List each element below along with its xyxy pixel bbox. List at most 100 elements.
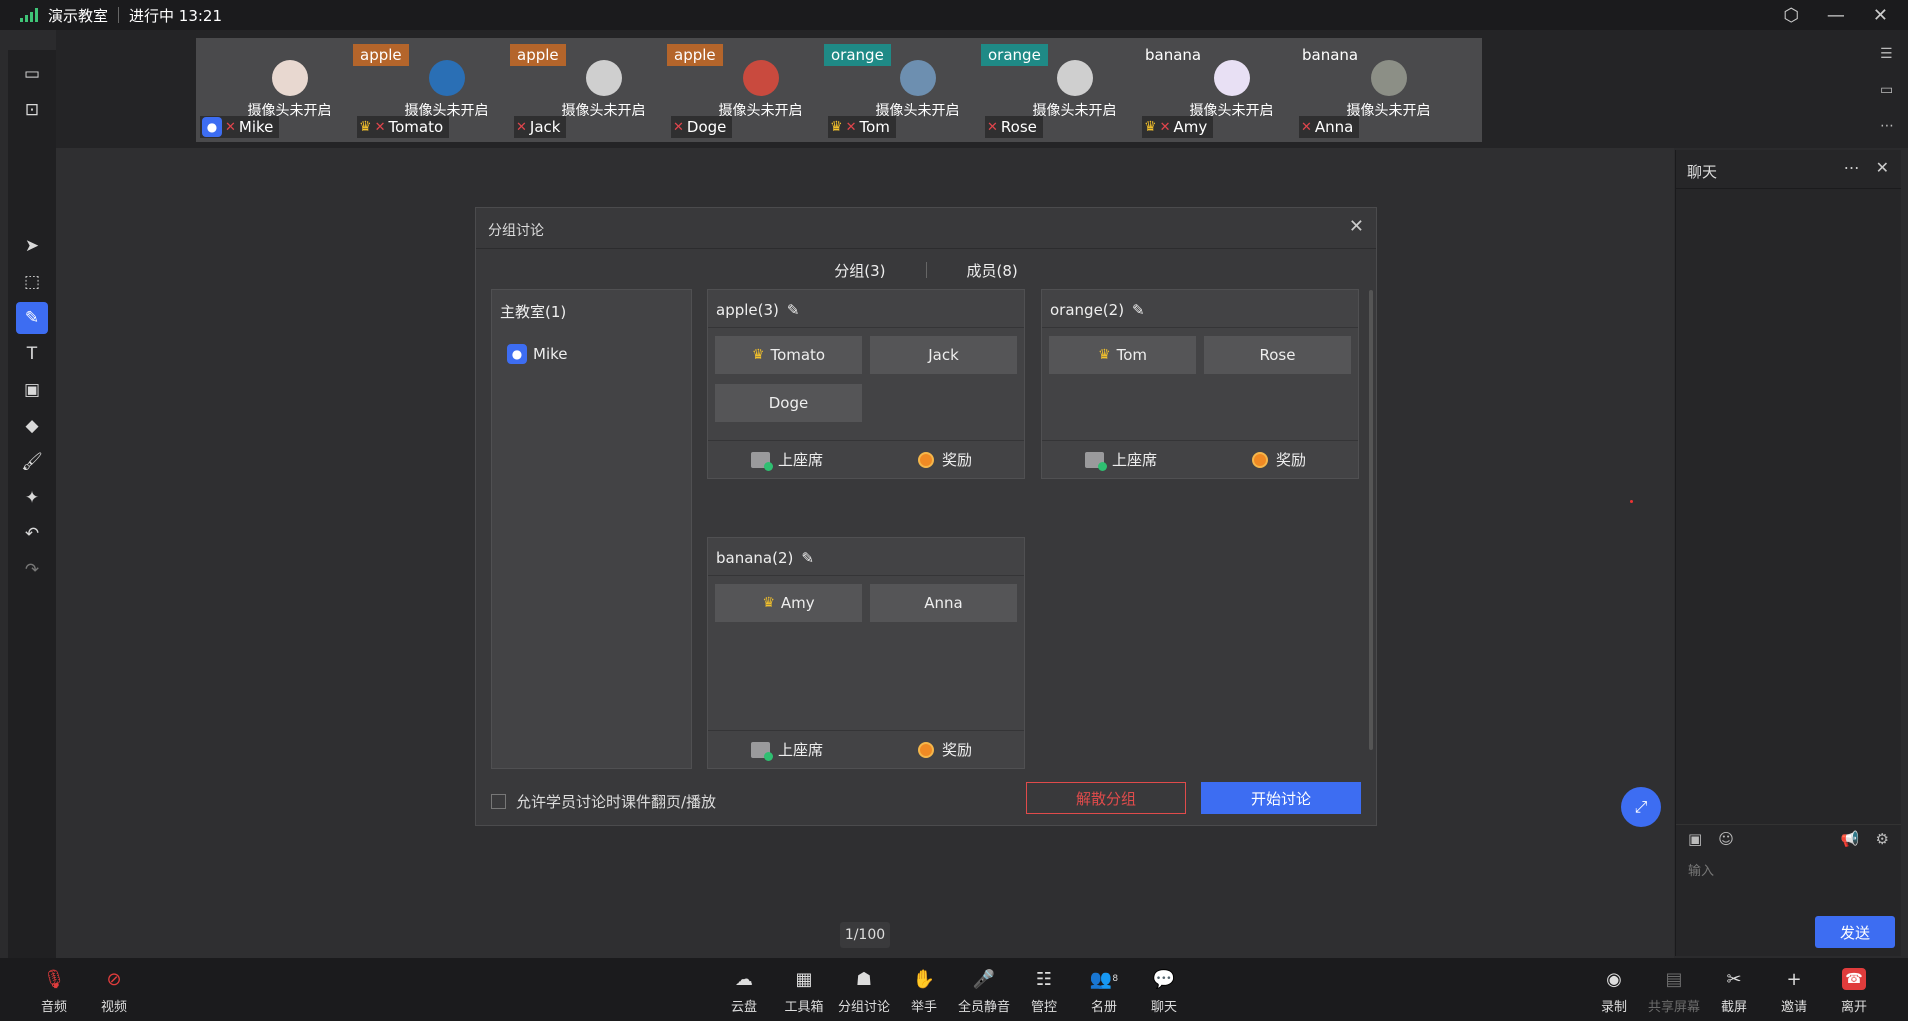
- mute-all-button[interactable]: 🎤 全员静音: [954, 968, 1014, 1016]
- mic-off-icon: ✕: [225, 119, 236, 135]
- fullscreen-icon[interactable]: ⤢: [1621, 787, 1661, 827]
- divider: [1042, 327, 1358, 328]
- laser-dot: [1630, 500, 1633, 503]
- share-label: 共享屏幕: [1647, 1000, 1700, 1015]
- member-chip[interactable]: Jack: [870, 336, 1017, 374]
- crown-icon: ♛: [1098, 347, 1111, 363]
- tab-members[interactable]: 成员(8): [967, 260, 1018, 281]
- member-chip[interactable]: Rose: [1204, 336, 1351, 374]
- breakout-button[interactable]: ☗ 分组讨论: [834, 968, 894, 1016]
- reward-button[interactable]: 奖励: [1200, 441, 1358, 478]
- member-name: Anna: [924, 594, 963, 612]
- member-chip[interactable]: ♛ Tom: [1049, 336, 1196, 374]
- close-icon[interactable]: ✕: [1876, 158, 1889, 177]
- mic-off-icon: ✕: [845, 119, 857, 135]
- group-title: banana(2) ✎: [716, 549, 814, 567]
- mic-off-icon: 🎙: [42, 968, 66, 990]
- chat-button[interactable]: 💬 聊天: [1134, 968, 1194, 1016]
- title-separator: [118, 7, 120, 23]
- edit-icon[interactable]: ✎: [787, 301, 800, 319]
- breakout-dialog: 分组讨论 ✕ 分组(3) 成员(8) 主教室(1) ● Mike apple(3…: [475, 207, 1377, 826]
- brush-icon[interactable]: 🖌: [16, 446, 48, 478]
- invite-button[interactable]: + 邀请: [1764, 968, 1824, 1016]
- leave-button[interactable]: ☎ 离开: [1824, 968, 1884, 1015]
- toolbox-button[interactable]: ▦ 工具箱: [774, 968, 834, 1016]
- area-select-icon[interactable]: ⬚: [16, 266, 48, 298]
- hands-up-button[interactable]: ✋ 举手: [894, 968, 954, 1016]
- layout-list-icon[interactable]: ☰: [1880, 46, 1894, 62]
- more-icon[interactable]: ⋯: [1880, 118, 1894, 134]
- main-room-panel: 主教室(1) ● Mike: [491, 289, 692, 769]
- edit-icon[interactable]: ✎: [801, 549, 814, 567]
- title-bar: 演示教室 进行中 13:21 ⬡ — ✕: [0, 0, 1908, 30]
- host-icon: ●: [202, 117, 222, 137]
- close-window-icon[interactable]: ✕: [1873, 5, 1888, 26]
- share-screen-button[interactable]: ▤ 共享屏幕: [1644, 968, 1704, 1016]
- screen-capture-icon[interactable]: ⊡: [16, 94, 48, 126]
- allow-page-turn-option: 允许学员讨论时课件翻页/播放: [491, 791, 716, 812]
- breakout-label: 分组讨论: [837, 1000, 890, 1015]
- people-icon: 👥 8: [1089, 968, 1119, 990]
- video-tile-anna[interactable]: banana 摄像头未开启 ✕ Anna: [1295, 38, 1482, 142]
- magic-wand-icon[interactable]: ✦: [16, 482, 48, 514]
- settings-icon[interactable]: ⬡: [1783, 5, 1799, 26]
- member-chip[interactable]: Anna: [870, 584, 1017, 622]
- undo-icon[interactable]: ↶: [16, 518, 48, 550]
- start-discussion-button[interactable]: 开始讨论: [1201, 782, 1361, 814]
- main-room-member[interactable]: ● Mike: [507, 344, 568, 364]
- control-button[interactable]: ☷ 管控: [1014, 968, 1074, 1016]
- divider: [708, 327, 1024, 328]
- cloud-drive-button[interactable]: ☁ 云盘: [714, 968, 774, 1016]
- pen-icon[interactable]: ✎: [16, 302, 48, 334]
- record-label: 录制: [1600, 1000, 1627, 1015]
- medal-icon: [1251, 451, 1268, 468]
- reward-button[interactable]: 奖励: [866, 441, 1024, 478]
- courseware-icon[interactable]: ▭: [16, 58, 48, 90]
- redo-icon[interactable]: ↷: [16, 554, 48, 586]
- allow-page-turn-checkbox[interactable]: [491, 794, 506, 809]
- roster-button[interactable]: 👥 8 名册: [1074, 968, 1134, 1016]
- text-icon[interactable]: T: [16, 338, 48, 370]
- member-chip[interactable]: ♛ Amy: [715, 584, 862, 622]
- more-icon[interactable]: ⋯: [1844, 158, 1860, 177]
- audio-button[interactable]: 🎙 音频: [24, 968, 84, 1016]
- allow-page-turn-label: 允许学员讨论时课件翻页/播放: [516, 793, 717, 811]
- minimize-icon[interactable]: —: [1827, 5, 1845, 26]
- page-indicator: 1/100: [840, 922, 890, 948]
- dissolve-groups-button[interactable]: 解散分组: [1026, 782, 1186, 814]
- edit-icon[interactable]: ✎: [1132, 301, 1145, 319]
- reward-button[interactable]: 奖励: [866, 731, 1024, 768]
- announcement-icon[interactable]: 📢: [1841, 830, 1860, 848]
- seat-button[interactable]: 上座席: [708, 441, 866, 478]
- scrollbar[interactable]: [1369, 290, 1373, 750]
- member-name: Amy: [780, 594, 815, 612]
- participant-name: Rose: [1000, 118, 1037, 136]
- seat-label: 上座席: [777, 741, 823, 759]
- invite-label: 邀请: [1780, 1000, 1807, 1015]
- select-arrow-icon[interactable]: ➤: [16, 230, 48, 262]
- chat-title: 聊天: [1687, 163, 1718, 181]
- emoji-icon[interactable]: ☺: [1718, 830, 1734, 848]
- chat-settings-icon[interactable]: ⚙: [1876, 830, 1889, 848]
- member-chip[interactable]: Doge: [715, 384, 862, 422]
- group-card-orange: orange(2) ✎ ♛ Tom Rose 上座席 奖励: [1041, 289, 1359, 479]
- chat-input[interactable]: 输入: [1688, 860, 1714, 879]
- seat-button[interactable]: 上座席: [1042, 441, 1200, 478]
- eraser-icon[interactable]: ◆: [16, 410, 48, 442]
- name-row: ✕ Jack: [514, 116, 567, 138]
- image-icon[interactable]: ▣: [1688, 830, 1702, 848]
- reward-label: 奖励: [941, 741, 972, 759]
- cloud-label: 云盘: [730, 1000, 757, 1015]
- member-chip[interactable]: ♛ Tomato: [715, 336, 862, 374]
- seat-button[interactable]: 上座席: [708, 731, 866, 768]
- tab-groups[interactable]: 分组(3): [834, 260, 885, 281]
- close-icon[interactable]: ✕: [1349, 216, 1364, 237]
- image-icon[interactable]: ▣: [16, 374, 48, 406]
- send-button[interactable]: 发送: [1815, 916, 1895, 948]
- signal-icon: [20, 8, 38, 22]
- video-button[interactable]: ⊘ 视频: [84, 968, 144, 1016]
- seat-label: 上座席: [1111, 451, 1157, 469]
- message-icon[interactable]: ▭: [1880, 82, 1894, 98]
- record-button[interactable]: ◉ 录制: [1584, 968, 1644, 1016]
- screenshot-button[interactable]: ✂ 截屏: [1704, 968, 1764, 1016]
